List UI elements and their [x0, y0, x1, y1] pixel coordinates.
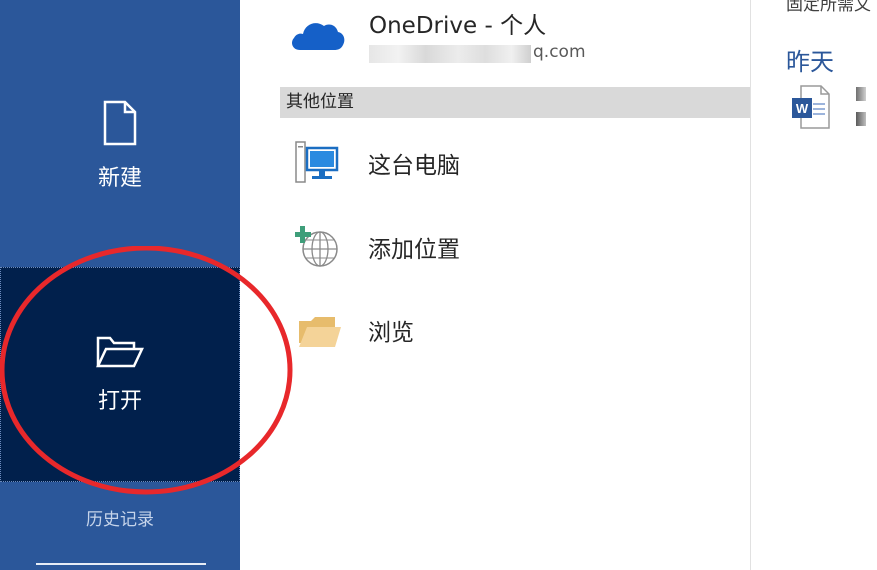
- word-document-icon[interactable]: W: [791, 84, 831, 130]
- open-folder-icon: [96, 336, 144, 367]
- recent-pane: 固定所需文 昨天 W: [751, 0, 877, 570]
- place-this-pc-label: 这台电脑: [368, 153, 460, 179]
- nav-divider: [36, 563, 206, 565]
- onedrive-cloud-icon[interactable]: [288, 14, 346, 54]
- folder-icon: [299, 317, 341, 347]
- pin-tip-text: 固定所需文: [786, 0, 871, 15]
- account-suffix: q.com: [533, 42, 586, 62]
- nav-history[interactable]: 历史记录: [0, 505, 240, 530]
- onedrive-title[interactable]: OneDrive - 个人: [369, 6, 546, 40]
- place-browse-label: 浏览: [368, 320, 414, 346]
- redacted-doc-name: [856, 87, 866, 101]
- nav-open[interactable]: 打开: [0, 267, 240, 482]
- computer-icon: [295, 141, 339, 183]
- new-document-icon: [103, 100, 137, 146]
- place-browse[interactable]: 浏览: [280, 297, 750, 361]
- backstage-nav: 新建 打开 历史记录: [0, 0, 240, 570]
- redacted-doc-path: [856, 112, 866, 126]
- recent-group-title: 昨天: [786, 48, 834, 76]
- nav-new[interactable]: 新建: [0, 100, 240, 220]
- onedrive-account: q.com: [369, 42, 589, 66]
- svg-text:W: W: [796, 101, 809, 116]
- redacted-email: [369, 45, 531, 63]
- place-add-location-label: 添加位置: [368, 237, 460, 263]
- places-list: OneDrive - 个人 q.com 其他位置 这台电脑 添加位置 浏览: [240, 0, 752, 570]
- add-place-globe-icon: [295, 226, 338, 267]
- other-places-header: 其他位置: [280, 87, 750, 118]
- place-this-pc[interactable]: 这台电脑: [280, 130, 750, 194]
- place-add-location[interactable]: 添加位置: [280, 214, 750, 278]
- nav-open-label: 打开: [97, 388, 142, 414]
- nav-new-label: 新建: [97, 166, 142, 191]
